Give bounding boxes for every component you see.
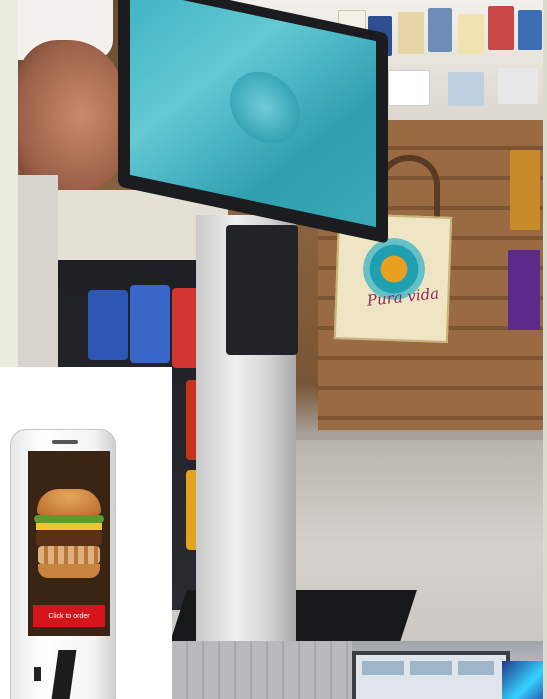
blue-graphic xyxy=(502,661,547,699)
click-to-order-button[interactable]: Click to order xyxy=(33,605,105,627)
souvenir-pack xyxy=(448,72,484,106)
souvenir-pack xyxy=(398,12,424,54)
person-arm xyxy=(18,175,58,375)
souvenir-pack xyxy=(488,6,514,50)
snack-bag xyxy=(88,290,128,360)
souvenir-pack xyxy=(518,10,542,50)
snack-bag xyxy=(510,150,540,230)
screen-graphic xyxy=(230,65,300,150)
kiosk-scanner-slot xyxy=(34,667,41,681)
burger-onion-rings xyxy=(38,546,100,564)
corrugated-wall xyxy=(172,641,352,699)
warehouse-window xyxy=(352,651,510,699)
souvenir-pack xyxy=(388,70,430,106)
window-pane xyxy=(458,661,494,675)
snack-bag xyxy=(130,285,170,363)
kiosk-camera-bar xyxy=(52,440,78,444)
burger-bun-top xyxy=(37,489,101,515)
inset-white-kiosk-photo: Click to order xyxy=(0,367,172,699)
window-pane xyxy=(410,661,452,675)
burger-patty xyxy=(36,530,102,546)
window-pane xyxy=(362,661,404,675)
burger-bun-bottom xyxy=(38,564,100,578)
souvenir-pack xyxy=(428,8,452,52)
souvenir-pack xyxy=(498,68,538,104)
right-border xyxy=(543,0,547,699)
inset-warehouse-photo xyxy=(172,641,547,699)
person-head xyxy=(18,40,123,190)
souvenir-pack xyxy=(458,14,484,54)
snack-bag xyxy=(508,250,540,330)
burger-lettuce xyxy=(34,515,104,523)
kiosk-printer xyxy=(226,225,298,355)
burger-cheese xyxy=(36,523,102,530)
